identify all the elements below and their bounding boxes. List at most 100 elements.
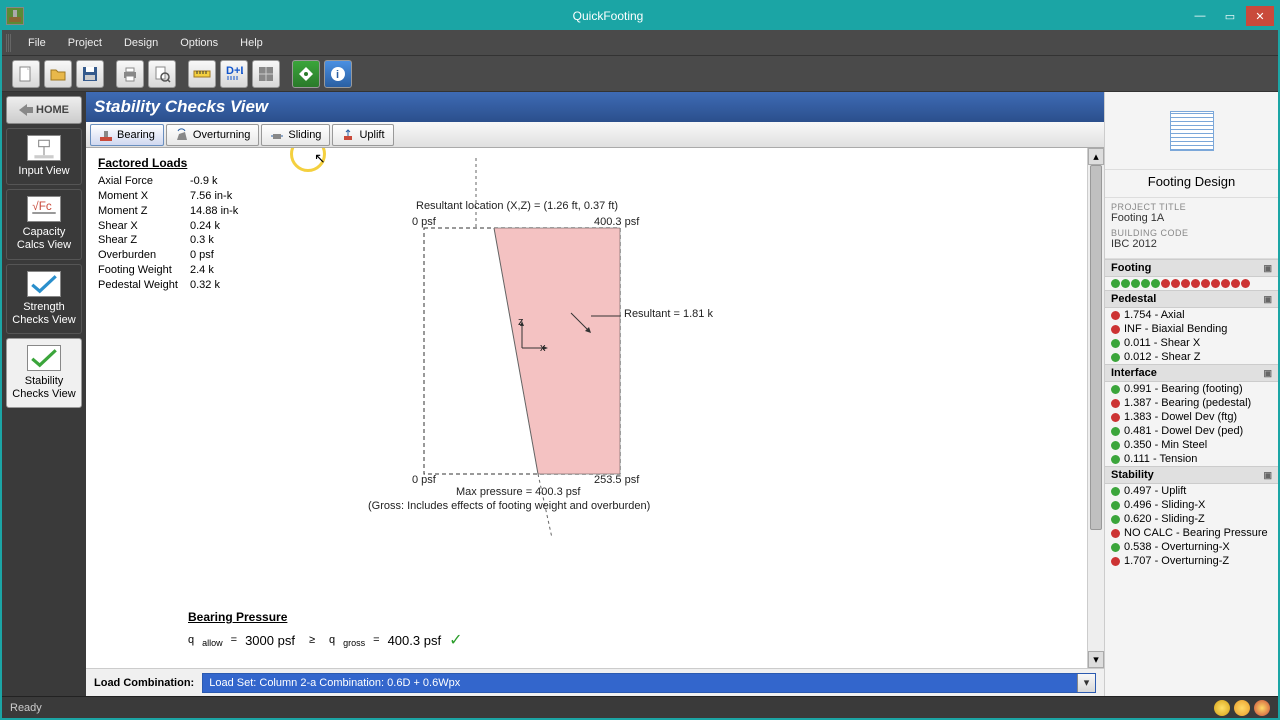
z-axis-label: z [518,316,524,328]
scroll-up-icon[interactable]: ▴ [1088,148,1104,165]
factored-loads-panel: Factored Loads Axial Force-0.9 kMoment X… [86,148,316,668]
canvas-area: ↖ Factored Loads Axial Force-0.9 kMoment… [86,148,1104,668]
minimize-button[interactable]: — [1186,6,1214,26]
status-dot-icon [1111,557,1120,566]
vertical-scrollbar[interactable]: ▴ ▾ [1087,148,1104,668]
footing-grid-icon [1170,111,1214,151]
collapse-icon[interactable]: ▣ [1263,470,1272,481]
menu-file[interactable]: File [18,33,56,53]
status-dot-icon [1111,413,1120,422]
close-button[interactable]: ✕ [1246,6,1274,26]
nav-input-view[interactable]: Input View [6,128,82,185]
dropdown-arrow-icon[interactable]: ▾ [1077,674,1095,692]
nav-strength-checks[interactable]: Strength Checks View [6,264,82,334]
status-dot-icon [1111,385,1120,394]
nav-capacity-calcs[interactable]: √Fc Capacity Calcs View [6,189,82,259]
tab-uplift[interactable]: Uplift [332,124,393,146]
ruler-button[interactable] [188,60,216,88]
grid-button[interactable] [252,60,280,88]
tab-sliding[interactable]: Sliding [261,124,330,146]
status-dot-icon [1111,399,1120,408]
dl-button[interactable]: D+L [220,60,248,88]
menu-project[interactable]: Project [58,33,112,53]
result-item[interactable]: 0.991 - Bearing (footing) [1105,382,1278,396]
result-text: 0.350 - Min Steel [1124,439,1207,451]
save-button[interactable] [76,60,104,88]
result-item[interactable]: 0.011 - Shear X [1105,336,1278,350]
load-label: Shear X [98,219,190,234]
lightbulb-icon[interactable] [1214,700,1230,716]
menu-options[interactable]: Options [170,33,228,53]
status-dot-icon [1241,279,1250,288]
load-row: Shear X0.24 k [98,219,304,234]
title-bar: QuickFooting — ▭ ✕ [2,2,1278,30]
home-button[interactable]: HOME [6,96,82,124]
resultant-label: Resultant = 1.81 k [624,308,713,320]
status-dot-icon [1131,279,1140,288]
result-item[interactable]: 1.754 - Axial [1105,308,1278,322]
collapse-icon[interactable]: ▣ [1263,263,1272,274]
menu-help[interactable]: Help [230,33,273,53]
tab-overturning[interactable]: Overturning [166,124,259,146]
new-file-button[interactable] [12,60,40,88]
sad-icon[interactable] [1254,700,1270,716]
open-file-button[interactable] [44,60,72,88]
smiley-icon[interactable] [1234,700,1250,716]
nav-label: Input View [18,165,69,178]
info-button[interactable]: i [324,60,352,88]
grip-handle-icon [6,34,12,52]
status-dot-icon [1201,279,1210,288]
left-nav: HOME Input View √Fc Capacity Calcs View … [2,92,86,696]
result-item[interactable]: 0.496 - Sliding-X [1105,498,1278,512]
result-item[interactable]: 0.620 - Sliding-Z [1105,512,1278,526]
footing-thumbnail [1105,92,1278,170]
status-dot-icon [1111,515,1120,524]
load-label: Overburden [98,248,190,263]
section-pedestal-header[interactable]: Pedestal▣ [1105,290,1278,308]
result-item[interactable]: 1.707 - Overturning-Z [1105,554,1278,568]
maximize-button[interactable]: ▭ [1216,6,1244,26]
nav-label: Stability Checks View [9,375,79,401]
result-item[interactable]: 0.538 - Overturning-X [1105,540,1278,554]
building-code-value: IBC 2012 [1111,238,1272,250]
result-item[interactable]: 0.111 - Tension [1105,452,1278,466]
scroll-down-icon[interactable]: ▾ [1088,651,1104,668]
status-text: Ready [10,702,42,714]
corner-bl-label: 0 psf [412,474,436,486]
collapse-icon[interactable]: ▣ [1263,368,1272,379]
status-bar: Ready [2,696,1278,718]
result-text: INF - Biaxial Bending [1124,323,1227,335]
tab-bearing[interactable]: Bearing [90,124,164,146]
section-interface-header[interactable]: Interface▣ [1105,364,1278,382]
result-text: 0.991 - Bearing (footing) [1124,383,1243,395]
status-dot-icon [1111,529,1120,538]
section-stability-header[interactable]: Stability▣ [1105,466,1278,484]
collapse-icon[interactable]: ▣ [1263,294,1272,305]
nav-label: Capacity Calcs View [9,226,79,252]
result-item[interactable]: 1.383 - Dowel Dev (ftg) [1105,410,1278,424]
print-button[interactable] [116,60,144,88]
print-preview-button[interactable] [148,60,176,88]
result-item[interactable]: 0.481 - Dowel Dev (ped) [1105,424,1278,438]
svg-text:D+L: D+L [226,65,243,77]
menu-design[interactable]: Design [114,33,168,53]
result-item[interactable]: 0.012 - Shear Z [1105,350,1278,364]
load-label: Footing Weight [98,263,190,278]
result-text: 1.707 - Overturning-Z [1124,555,1229,567]
result-item[interactable]: 0.350 - Min Steel [1105,438,1278,452]
nav-label: Strength Checks View [9,301,79,327]
result-item[interactable]: NO CALC - Bearing Pressure [1105,526,1278,540]
status-dot-icon [1111,427,1120,436]
pressure-diagram: Resultant location (X,Z) = (1.26 ft, 0.3… [366,158,866,538]
result-item[interactable]: INF - Biaxial Bending [1105,322,1278,336]
result-item[interactable]: 0.497 - Uplift [1105,484,1278,498]
run-button[interactable] [292,60,320,88]
section-footing-header[interactable]: Footing▣ [1105,259,1278,277]
scroll-thumb[interactable] [1090,165,1102,530]
load-row: Moment Z14.88 in-k [98,204,304,219]
building-code-header: BUILDING CODE [1111,228,1272,238]
nav-stability-checks[interactable]: Stability Checks View [6,338,82,408]
result-item[interactable]: 1.387 - Bearing (pedestal) [1105,396,1278,410]
load-row: Overburden0 psf [98,248,304,263]
load-combination-select[interactable]: Load Set: Column 2-a Combination: 0.6D +… [202,673,1096,693]
